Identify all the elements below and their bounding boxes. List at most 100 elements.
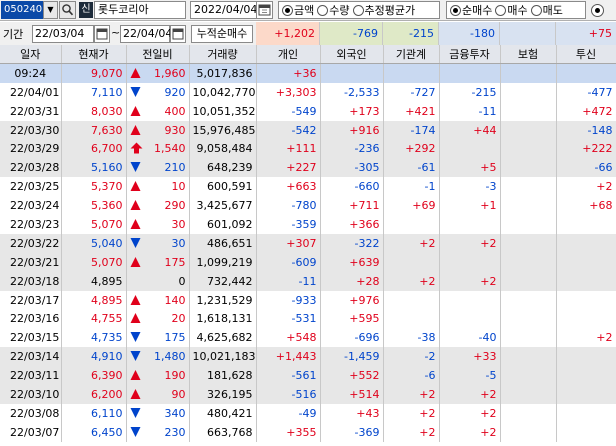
down-arrow-icon (130, 86, 143, 98)
date-from-input[interactable]: 22/03/04 (32, 25, 94, 43)
table-row[interactable]: 22/03/31 8,030 400 10,051,352 -549 +173 +421 -1… (0, 101, 616, 121)
volume-cell: 1,099,219 (189, 252, 257, 272)
table-row[interactable]: 22/03/08 6,110 340 480,421 -49 +43 +2 +2 (0, 403, 616, 423)
price-cell: 9,070 (61, 63, 127, 83)
institution-cell: +69 (383, 196, 440, 216)
institution-cell: +421 (383, 101, 440, 121)
institution-cell: +2 (383, 385, 440, 404)
table-row[interactable]: 22/03/30 7,630 930 15,976,485 -542 +916 -174 +4… (0, 120, 616, 140)
calendar-icon[interactable] (256, 1, 273, 19)
insurance-cell (500, 252, 557, 272)
trade-radio[interactable]: 매도 (530, 2, 563, 18)
search-icon[interactable] (59, 1, 76, 19)
price-cell: 4,910 (61, 347, 127, 367)
radio-dot-icon (352, 4, 364, 16)
calendar-icon[interactable] (170, 25, 186, 43)
date-to-input[interactable]: 22/04/04 (120, 25, 172, 43)
column-header[interactable]: 보험 (500, 45, 557, 65)
table-row[interactable]: 22/03/07 6,450 230 663,768 +355 -369 +2 +2 (0, 422, 616, 442)
date-input[interactable]: 2022/04/04 (190, 1, 256, 19)
table-row[interactable]: 22/03/23 5,070 30 601,092 -359 +366 (0, 215, 616, 234)
institution-cell: -174 (383, 120, 440, 140)
table-row[interactable]: 22/03/14 4,910 1,480 10,021,183 +1,443 -1,459… (0, 347, 616, 367)
table-row[interactable]: 22/03/18 4,895 0 732,442 -11 +28 +2 +2 (0, 271, 616, 291)
flat-icon (130, 275, 143, 287)
trade-radio-group: 순매수 매수 매도 (446, 1, 586, 19)
up-arrow-icon (130, 218, 143, 230)
table-row[interactable]: 22/03/22 5,040 30 486,651 +307 -322 +2 +2 (0, 233, 616, 253)
radio-dot-icon (530, 4, 542, 16)
column-header[interactable]: 투신 (556, 45, 616, 65)
table-row[interactable]: 22/03/25 5,370 10 600,591 +663 -660 -1 -3 +2 (0, 177, 616, 197)
calendar-icon[interactable] (94, 25, 110, 43)
table-row[interactable]: 22/03/11 6,390 190 181,628 -561 +552 -6 -5 (0, 366, 616, 386)
table-row[interactable]: 22/03/24 5,360 290 3,425,677 -780 +711 +69 +1 +6… (0, 196, 616, 216)
change-value: 30 (171, 217, 186, 231)
table-row[interactable]: 22/03/29 6,700 1,540 9,058,484 +111 -236 +292 +… (0, 139, 616, 159)
institution-cell: -1 (383, 177, 440, 197)
cumulative-net-buy-label: 누적순매수 (191, 25, 253, 43)
chevron-down-icon[interactable]: ▼ (43, 1, 58, 19)
unit-radio-label: 추정평균가 (364, 4, 416, 17)
financial-cell: +2 (439, 271, 501, 291)
date-cell: 22/03/14 (0, 347, 62, 367)
insurance-cell (500, 63, 557, 83)
column-header[interactable]: 현재가 (61, 45, 127, 65)
date-cell: 22/03/22 (0, 233, 62, 253)
price-cell: 6,450 (61, 422, 127, 442)
price-cell: 4,895 (61, 271, 127, 291)
table-row[interactable]: 22/04/01 7,110 920 10,042,770 +3,303 -2,533 -7… (0, 82, 616, 102)
radio-dot-icon (450, 4, 461, 16)
date-cell: 22/03/08 (0, 403, 62, 423)
extra-radio[interactable] (591, 4, 604, 17)
table-row[interactable]: 22/03/21 5,070 175 1,099,219 -609 +639 (0, 252, 616, 272)
radio-dot-icon (317, 4, 329, 16)
unit-radio[interactable]: 수량 (317, 2, 350, 18)
individual-cell: -516 (256, 385, 321, 404)
change-value: 340 (164, 406, 186, 420)
table-row[interactable]: 09:24 9,070 1,960 5,017,836 +36 (0, 63, 616, 83)
trust-cell (556, 252, 616, 272)
trade-radio[interactable]: 매수 (495, 2, 528, 18)
volume-cell: 601,092 (189, 215, 257, 234)
table-row[interactable]: 22/03/15 4,735 175 4,625,682 +548 -696 -38 -40 +… (0, 328, 616, 348)
individual-cell: +307 (256, 233, 321, 253)
credit-badge: 신 (79, 2, 93, 18)
change-value: 190 (164, 369, 186, 383)
foreign-cell: +514 (320, 385, 384, 404)
unit-radio[interactable]: 금액 (282, 2, 314, 18)
column-header[interactable]: 전일비 (126, 45, 190, 65)
trade-radio-label: 매수 (507, 4, 528, 17)
column-header[interactable]: 거래량 (189, 45, 257, 65)
column-header[interactable]: 외국인 (320, 45, 384, 65)
change-value: 1,480 (154, 350, 186, 364)
up-arrow-icon (130, 369, 143, 381)
up-arrow-icon (130, 294, 143, 306)
financial-cell: -215 (439, 82, 501, 102)
table-row[interactable]: 22/03/16 4,755 20 1,618,131 -531 +595 (0, 309, 616, 329)
table-row[interactable]: 22/03/17 4,895 140 1,231,529 -933 +976 (0, 290, 616, 310)
stock-code-input[interactable]: 050240 (1, 1, 43, 19)
price-cell: 7,110 (61, 82, 127, 102)
change-cell: 10 (126, 177, 190, 197)
insurance-cell (500, 271, 557, 291)
individual-cell: -609 (256, 252, 321, 272)
price-cell: 6,200 (61, 385, 127, 404)
column-header[interactable]: 금융투자 (439, 45, 501, 65)
date-cell: 22/03/28 (0, 158, 62, 178)
table-row[interactable]: 22/03/28 5,160 210 648,239 +227 -305 -61 +5 -66 (0, 158, 616, 178)
individual-cell: -531 (256, 309, 321, 329)
column-header[interactable]: 기관계 (383, 45, 440, 65)
trust-cell (556, 347, 616, 367)
table-row[interactable]: 22/03/10 6,200 90 326,195 -516 +514 +2 +2 (0, 385, 616, 404)
price-cell: 5,360 (61, 196, 127, 216)
change-cell: 190 (126, 366, 190, 386)
column-header[interactable]: 일자 (0, 45, 62, 65)
column-header[interactable]: 개인 (256, 45, 321, 65)
stock-name-field[interactable]: 롯두코리아 (94, 1, 186, 19)
unit-radio[interactable]: 추정평균가 (352, 2, 416, 18)
foreign-cell: -322 (320, 233, 384, 253)
change-cell: 0 (126, 271, 190, 291)
institution-cell (383, 309, 440, 329)
trade-radio[interactable]: 순매수 (450, 2, 492, 18)
